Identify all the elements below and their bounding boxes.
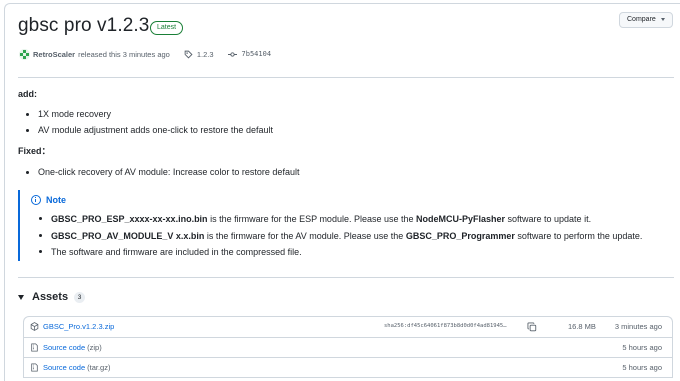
list-item: AV module adjustment adds one-click to r… xyxy=(18,123,668,139)
latest-badge: Latest xyxy=(150,21,184,35)
list-item: The software and firmware are included i… xyxy=(31,244,668,261)
release-notes: add: 1X mode recovery AV module adjustme… xyxy=(18,89,668,181)
fixed-list: One-click recovery of AV module: Increas… xyxy=(18,165,668,181)
firmware-name: GBSC_PRO_ESP_xxxx-xx-xx.ino.bin xyxy=(51,214,208,224)
asset-row: GBSC_Pro.v1.2.3.zip sha256:df45c64061f87… xyxy=(24,317,672,338)
asset-link[interactable]: Source code (zip) xyxy=(43,343,102,352)
asset-time: 3 minutes ago xyxy=(614,322,662,331)
assets-toggle[interactable]: Assets 3 xyxy=(18,291,86,303)
asset-row: Source code (zip) 5 hours ago xyxy=(24,338,672,358)
avatar[interactable] xyxy=(19,48,30,60)
commit-icon xyxy=(227,51,237,57)
tag-icon xyxy=(184,50,193,59)
file-zip-icon xyxy=(31,343,38,352)
note-list: GBSC_PRO_ESP_xxxx-xx-xx.ino.bin is the f… xyxy=(31,211,668,261)
asset-name: Source code xyxy=(43,343,86,352)
released-text: released this 3 minutes ago xyxy=(78,49,170,59)
assets-count-badge: 3 xyxy=(74,291,86,303)
package-icon xyxy=(30,322,39,331)
compare-label: Compare xyxy=(627,16,656,23)
info-icon xyxy=(31,194,41,205)
assets-list: GBSC_Pro.v1.2.3.zip sha256:df45c64061f87… xyxy=(23,316,673,378)
list-item: GBSC_PRO_ESP_xxxx-xx-xx.ino.bin is the f… xyxy=(31,211,668,228)
compare-button[interactable]: Compare xyxy=(619,12,673,28)
asset-row: Source code (tar.gz) 5 hours ago xyxy=(24,358,672,378)
release-meta: RetroScaler released this 3 minutes ago … xyxy=(19,48,271,60)
note-callout: Note GBSC_PRO_ESP_xxxx-xx-xx.ino.bin is … xyxy=(18,190,668,261)
add-list: 1X mode recovery AV module adjustment ad… xyxy=(18,107,668,138)
fixed-heading: Fixed： xyxy=(18,146,51,156)
note-text: The software and firmware are included i… xyxy=(51,247,302,257)
asset-name: Source code xyxy=(43,363,86,372)
list-item: 1X mode recovery xyxy=(18,107,668,123)
add-heading: add: xyxy=(18,89,37,99)
asset-link[interactable]: GBSC_Pro.v1.2.3.zip xyxy=(43,322,114,331)
note-text: software to perform the update. xyxy=(514,230,643,241)
file-zip-icon xyxy=(31,363,38,372)
asset-time: 5 hours ago xyxy=(622,343,662,352)
tag-link[interactable]: 1.2.3 xyxy=(197,50,214,59)
note-text: software to update it. xyxy=(505,214,592,224)
author-link[interactable]: RetroScaler xyxy=(33,50,75,59)
asset-link[interactable]: Source code (tar.gz) xyxy=(43,363,110,372)
commit-link[interactable]: 7b54104 xyxy=(242,50,272,58)
note-title-label: Note xyxy=(46,194,66,205)
triangle-down-icon xyxy=(18,294,24,300)
divider xyxy=(18,77,674,78)
asset-size: 16.8 MB xyxy=(568,322,596,331)
software-name: GBSC_PRO_Programmer xyxy=(405,230,515,241)
list-item: One-click recovery of AV module: Increas… xyxy=(18,165,668,181)
list-item: GBSC_PRO_AV_MODULE_V x.x.bin is the firm… xyxy=(31,228,668,245)
assets-heading: Assets xyxy=(32,291,69,303)
asset-time: 5 hours ago xyxy=(622,363,662,372)
release-title[interactable]: gbsc pro v1.2.3 xyxy=(18,15,149,37)
note-text: is the firmware for the ESP module. Plea… xyxy=(207,214,416,224)
software-name: NodeMCU-PyFlasher xyxy=(416,214,506,224)
divider xyxy=(18,277,674,278)
note-text: is the firmware for the AV module. Pleas… xyxy=(204,230,406,241)
asset-sha: sha256:df45c64061f873b8d0d0f4ad81945… xyxy=(384,323,507,329)
asset-format: (tar.gz) xyxy=(87,363,111,372)
chevron-down-icon xyxy=(661,18,665,21)
copy-icon[interactable] xyxy=(527,322,537,332)
asset-format: (zip) xyxy=(87,343,102,352)
firmware-name: GBSC_PRO_AV_MODULE_V x.x.bin xyxy=(51,230,205,241)
note-title: Note xyxy=(31,193,668,206)
